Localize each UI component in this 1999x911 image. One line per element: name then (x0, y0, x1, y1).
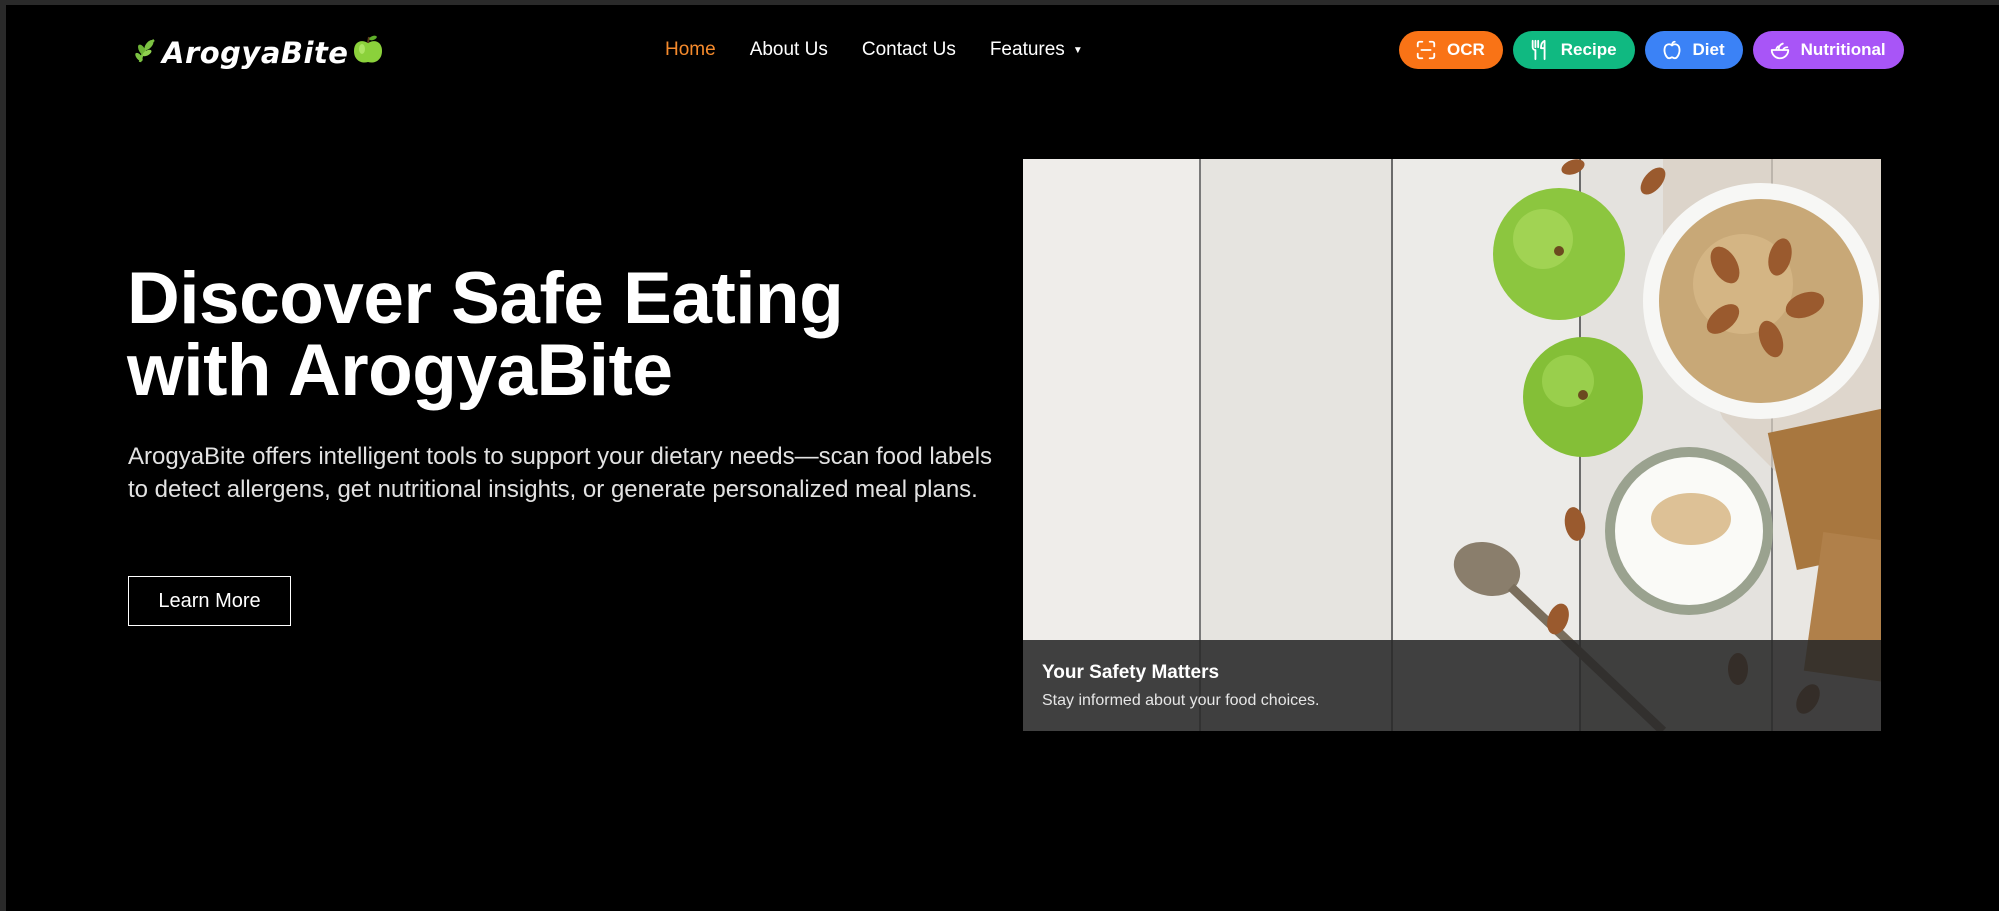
nav-features-label: Features (989, 39, 1065, 60)
hero-description: ArogyaBite offers intelligent tools to s… (128, 443, 993, 503)
ocr-button[interactable]: OCR (1399, 31, 1503, 69)
image-caption: Your Safety Matters Stay informed about … (1023, 640, 1881, 731)
nav-features-dropdown[interactable]: Features ▼ (990, 39, 1083, 61)
caret-down-icon: ▼ (1072, 44, 1083, 56)
nav-contact-us[interactable]: Contact Us (862, 39, 956, 61)
recipe-button-label: Recipe (1560, 40, 1617, 59)
hero-title-line1: Discover Safe Eating (127, 258, 844, 339)
caption-title: Your Safety Matters (1042, 662, 1220, 683)
recipe-button[interactable]: Recipe (1512, 31, 1635, 69)
main-nav: Home About Us Contact Us Features ▼ (665, 39, 1117, 61)
brand-name: ArogyaBite (162, 35, 349, 70)
hero-title: Discover Safe Eating with ArogyaBite (127, 262, 1027, 407)
green-apple-icon (352, 35, 384, 70)
hero-title-line2: with ArogyaBite (127, 330, 673, 411)
hero-image-card: Your Safety Matters Stay informed about … (1023, 159, 1881, 731)
scan-icon (1416, 40, 1436, 60)
leaf-icon (132, 36, 158, 69)
feature-pills: OCR Recipe Diet Nutritional (1399, 31, 1904, 69)
nav-home[interactable]: Home (665, 39, 716, 61)
salad-icon (1770, 42, 1789, 60)
navbar: ArogyaBite Home About Us Contact Us Feat… (6, 5, 1999, 97)
nav-about-us[interactable]: About Us (750, 39, 828, 61)
diet-button[interactable]: Diet (1644, 31, 1743, 69)
caption-subtitle: Stay informed about your food choices. (1042, 692, 1320, 709)
nutritional-button[interactable]: Nutritional (1752, 31, 1904, 69)
page-viewport: ArogyaBite Home About Us Contact Us Feat… (6, 5, 1999, 911)
diet-button-label: Diet (1692, 40, 1725, 59)
apple-icon (1663, 40, 1680, 60)
brand-logo[interactable]: ArogyaBite (132, 35, 384, 70)
nutritional-button-label: Nutritional (1800, 40, 1886, 59)
ocr-button-label: OCR (1447, 40, 1485, 59)
learn-more-button[interactable]: Learn More (128, 576, 291, 626)
utensils-icon (1531, 39, 1546, 61)
